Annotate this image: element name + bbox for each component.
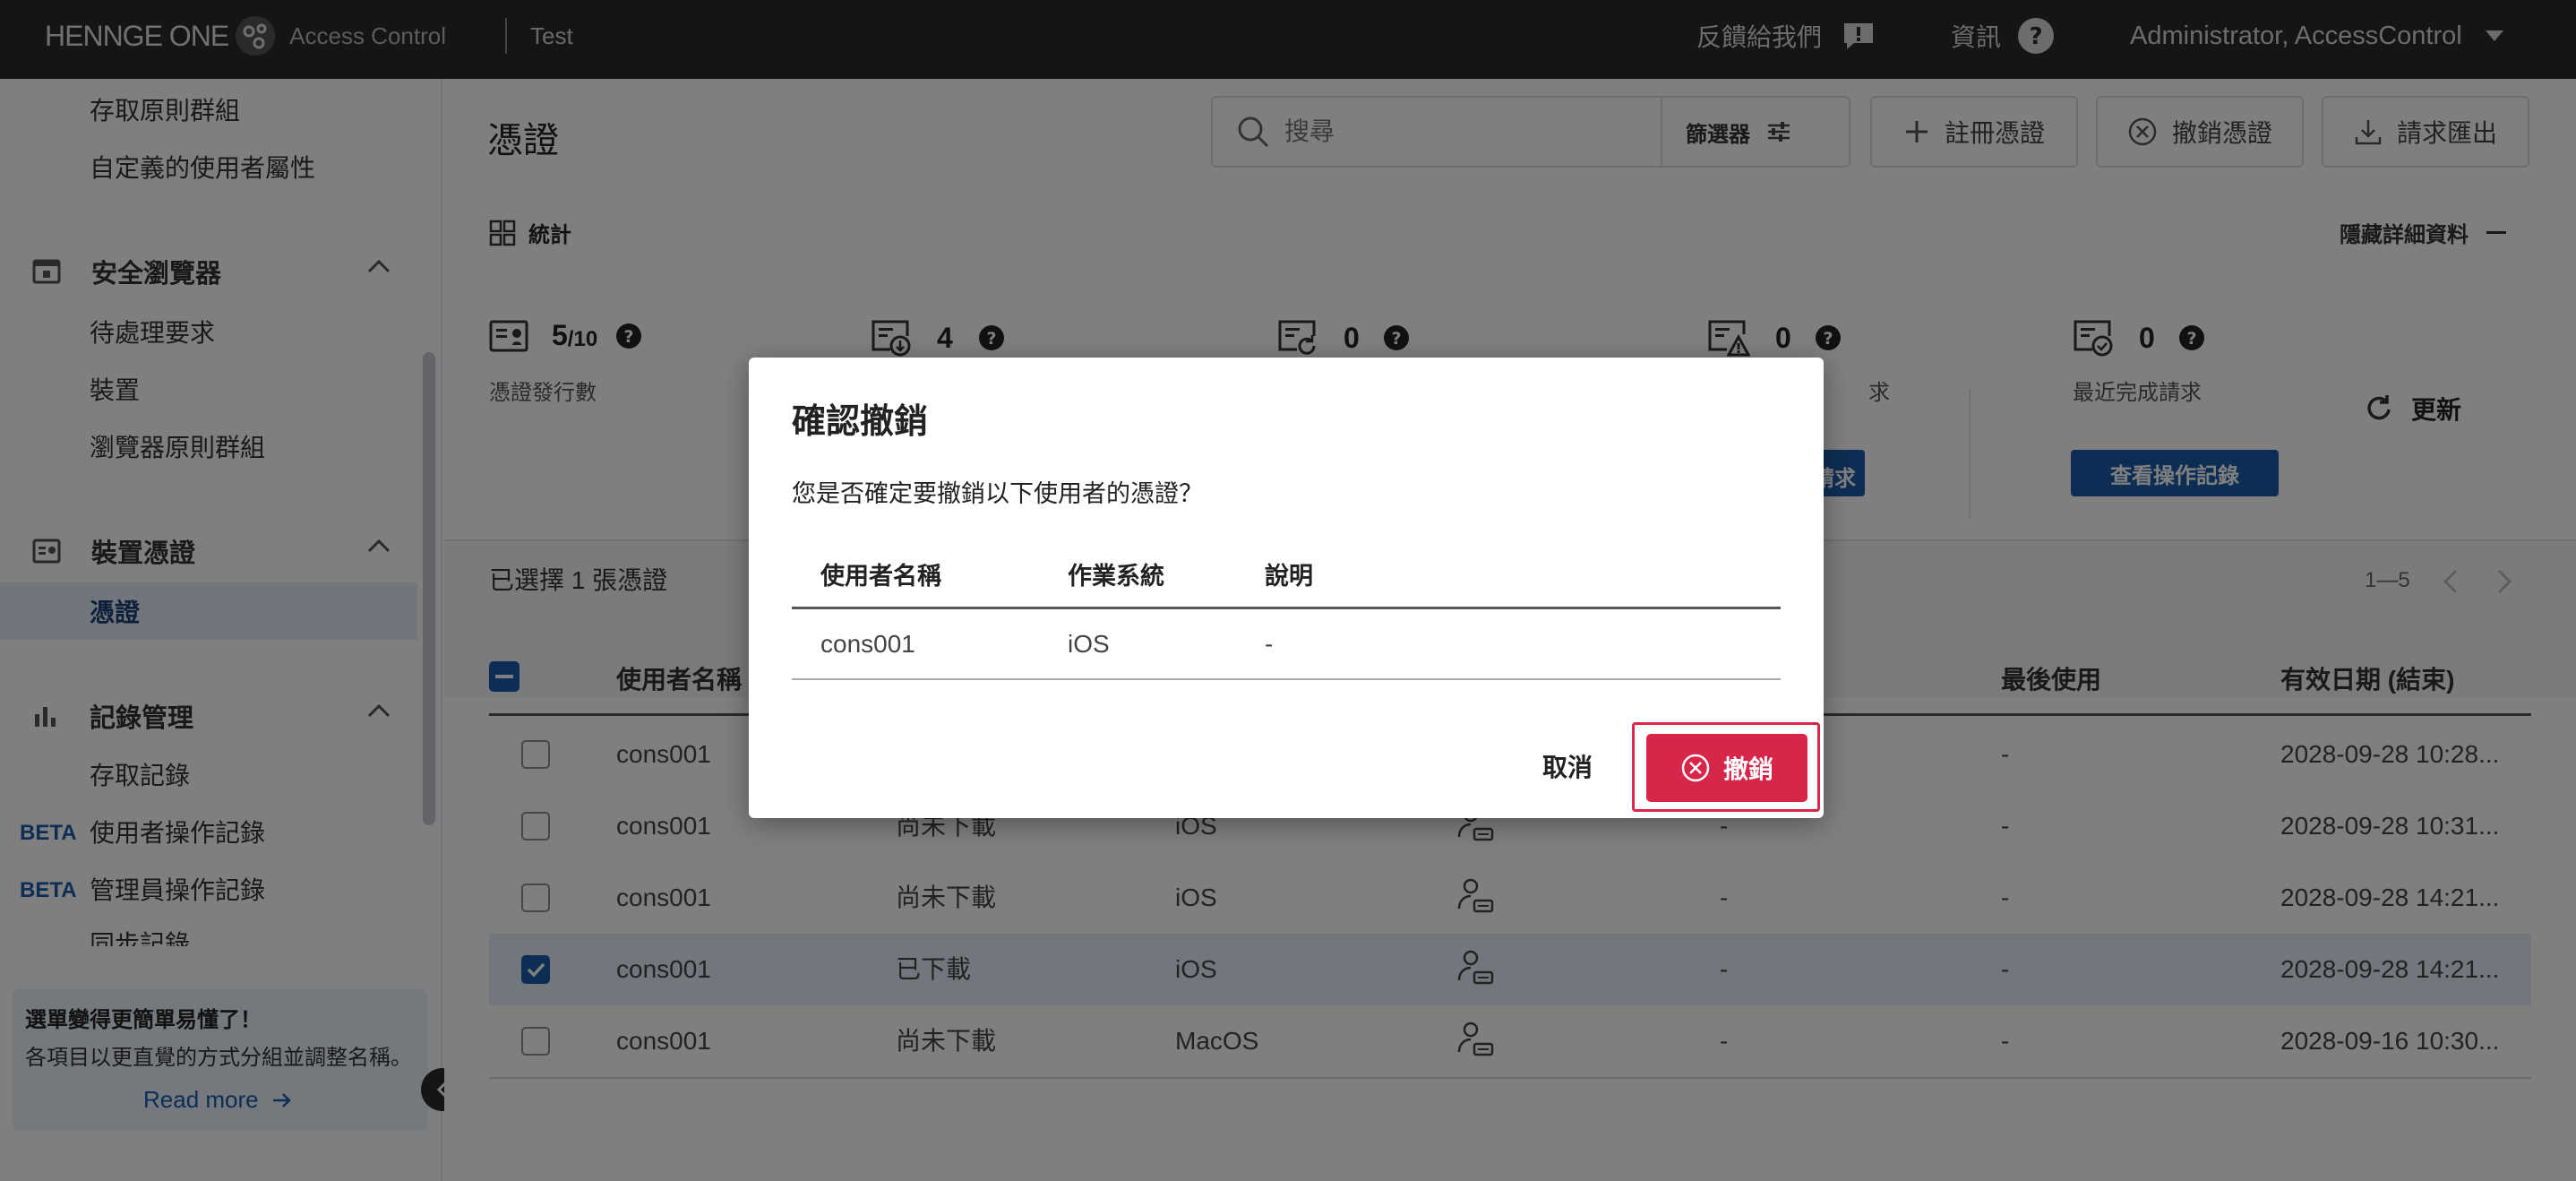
dialog-title: 確認撤銷 bbox=[792, 403, 929, 441]
dialog-table-rule bbox=[792, 678, 1781, 680]
dialog-cell-description: - bbox=[1265, 630, 1274, 658]
dialog-cell-username: cons001 bbox=[820, 630, 915, 658]
dialog-header-os: 作業系統 bbox=[1068, 563, 1164, 590]
confirm-revoke-label: 撤銷 bbox=[1722, 755, 1773, 783]
dialog-header-username: 使用者名稱 bbox=[820, 563, 941, 590]
dialog-table-rule bbox=[792, 607, 1781, 609]
cancel-button[interactable]: 取消 bbox=[1542, 748, 1593, 784]
dialog-header-description: 說明 bbox=[1265, 563, 1313, 590]
confirm-revoke-dialog: 確認撤銷 您是否確定要撤銷以下使用者的憑證？ 使用者名稱 作業系統 說明 con… bbox=[749, 358, 1824, 818]
dialog-cell-os: iOS bbox=[1068, 630, 1110, 658]
circle-x-icon bbox=[1680, 753, 1711, 783]
confirm-revoke-button[interactable]: 撤銷 bbox=[1646, 734, 1807, 802]
cancel-label: 取消 bbox=[1542, 754, 1593, 781]
dialog-message: 您是否確定要撤銷以下使用者的憑證？ bbox=[792, 480, 1203, 507]
